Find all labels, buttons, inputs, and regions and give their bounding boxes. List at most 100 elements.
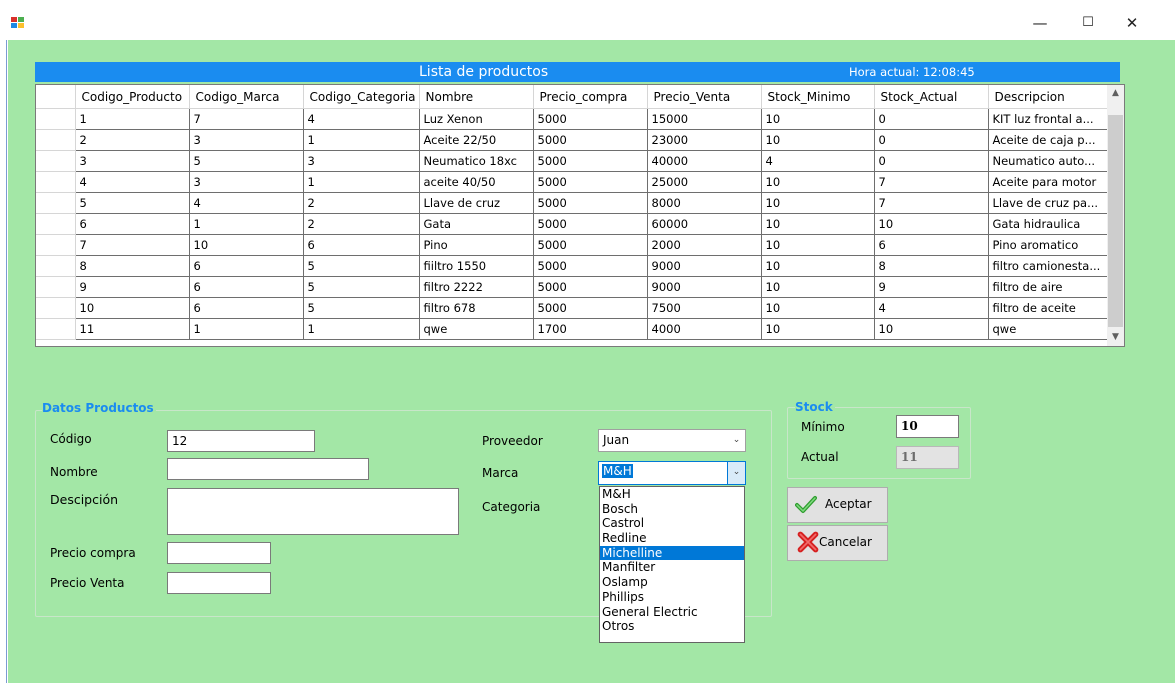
row-header[interactable]	[36, 234, 76, 256]
table-cell[interactable]: 3	[188, 171, 304, 193]
table-cell[interactable]: 5	[302, 276, 420, 298]
table-cell[interactable]: 5000	[532, 129, 648, 151]
table-cell[interactable]: 6	[873, 234, 989, 256]
table-cell[interactable]: 6	[74, 213, 190, 235]
table-cell[interactable]: 9000	[646, 276, 762, 298]
column-header[interactable]: Nombre	[419, 85, 534, 109]
marca-option[interactable]: Bosch	[600, 502, 744, 517]
table-row[interactable]: 3 5 3 Neumatico 18xc 5000 40000 4 0 Neumatico au…	[36, 150, 1109, 172]
table-cell[interactable]: Neumatico auto...	[987, 150, 1109, 172]
row-header[interactable]	[36, 213, 76, 235]
cancelar-button[interactable]: Cancelar	[787, 525, 888, 561]
column-header[interactable]: Codigo_Marca	[189, 85, 304, 109]
table-cell[interactable]: 6	[302, 234, 420, 256]
table-cell[interactable]: 1	[302, 129, 420, 151]
row-header[interactable]	[36, 255, 76, 277]
table-row[interactable]: 9 6 5 filtro 2222 5000 9000 10 9 filtro de aire	[36, 276, 1109, 298]
table-cell[interactable]: KIT luz frontal a...	[987, 108, 1109, 130]
scroll-thumb[interactable]	[1108, 115, 1123, 327]
aceptar-button[interactable]: Aceptar	[787, 487, 888, 523]
table-cell[interactable]: 8000	[646, 192, 762, 214]
table-cell[interactable]: 4	[873, 297, 989, 319]
table-cell[interactable]: 10	[873, 213, 989, 235]
table-cell[interactable]: Aceite para motor	[987, 171, 1109, 193]
table-cell[interactable]: 7	[873, 171, 989, 193]
table-cell[interactable]: 1	[188, 318, 304, 340]
table-row[interactable]: 5 4 2 Llave de cruz 5000 8000 10 7 Llave de cruz…	[36, 192, 1109, 214]
nombre-field[interactable]	[167, 458, 369, 480]
marca-option[interactable]: Redline	[600, 531, 744, 546]
table-cell[interactable]: qwe	[987, 318, 1109, 340]
marca-dropdown-list[interactable]: M&H Bosch Castrol Redline Michelline Manfilte…	[599, 486, 745, 643]
table-cell[interactable]: aceite 40/50	[418, 171, 534, 193]
table-cell[interactable]: 10	[760, 192, 875, 214]
chevron-down-icon[interactable]: ⌄	[728, 430, 745, 451]
table-cell[interactable]: 4	[74, 171, 190, 193]
maximize-button[interactable]: ☐	[1066, 8, 1110, 38]
table-cell[interactable]: 4000	[646, 318, 762, 340]
codigo-field[interactable]: 12	[167, 430, 315, 452]
table-cell[interactable]: Gata	[418, 213, 534, 235]
table-cell[interactable]: filtro 678	[418, 297, 534, 319]
table-cell[interactable]: 10	[760, 108, 875, 130]
marca-option[interactable]: Oslamp	[600, 575, 744, 590]
marca-option[interactable]: General Electric	[600, 605, 744, 620]
scroll-up-icon[interactable]: ▲	[1107, 85, 1124, 102]
table-cell[interactable]: filtro camionesta...	[987, 255, 1109, 277]
table-cell[interactable]: 11	[74, 318, 190, 340]
table-cell[interactable]: 9	[74, 276, 190, 298]
table-row[interactable]: 6 1 2 Gata 5000 60000 10 10 Gata hidraulica	[36, 213, 1109, 235]
row-header[interactable]	[36, 171, 76, 193]
table-cell[interactable]: 0	[873, 129, 989, 151]
table-cell[interactable]: Aceite de caja p...	[987, 129, 1109, 151]
table-cell[interactable]: 2	[302, 213, 420, 235]
table-cell[interactable]: 5000	[532, 276, 648, 298]
table-cell[interactable]: 3	[74, 150, 190, 172]
marca-select[interactable]: M&H ⌄	[598, 461, 746, 485]
proveedor-select[interactable]: Juan ⌄	[598, 429, 746, 452]
table-cell[interactable]: Gata hidraulica	[987, 213, 1109, 235]
table-cell[interactable]: 5000	[532, 297, 648, 319]
table-cell[interactable]: filtro 2222	[418, 276, 534, 298]
table-cell[interactable]: Llave de cruz	[418, 192, 534, 214]
table-cell[interactable]: 15000	[646, 108, 762, 130]
precio-compra-field[interactable]	[167, 542, 271, 564]
table-cell[interactable]: 10	[873, 318, 989, 340]
marca-option[interactable]: Castrol	[600, 516, 744, 531]
table-row[interactable]: 11 1 1 qwe 1700 4000 10 10 qwe	[36, 318, 1109, 340]
column-header[interactable]: Codigo_Producto	[75, 85, 190, 109]
column-header[interactable]: Stock_Minimo	[761, 85, 875, 109]
table-cell[interactable]: 4	[188, 192, 304, 214]
table-cell[interactable]: 5000	[532, 255, 648, 277]
table-row[interactable]: 8 6 5 fiiltro 1550 5000 9000 10 8 filtro camione…	[36, 255, 1109, 277]
table-cell[interactable]: filtro de aceite	[987, 297, 1109, 319]
stock-minimo-field[interactable]: 10	[896, 415, 959, 438]
marca-option[interactable]: Manfilter	[600, 560, 744, 575]
row-header[interactable]	[36, 297, 76, 319]
table-cell[interactable]: filtro de aire	[987, 276, 1109, 298]
column-header[interactable]: Precio_compra	[533, 85, 648, 109]
table-cell[interactable]: Luz Xenon	[418, 108, 534, 130]
table-cell[interactable]: 5000	[532, 213, 648, 235]
marca-option[interactable]: Michelline	[600, 545, 744, 561]
row-header[interactable]	[36, 276, 76, 298]
table-cell[interactable]: 5000	[532, 192, 648, 214]
table-cell[interactable]: 2000	[646, 234, 762, 256]
row-header[interactable]	[36, 318, 76, 340]
table-cell[interactable]: 7	[873, 192, 989, 214]
table-cell[interactable]: 5000	[532, 234, 648, 256]
table-row[interactable]: 2 3 1 Aceite 22/50 5000 23000 10 0 Aceite de caj…	[36, 129, 1109, 151]
table-cell[interactable]: Llave de cruz pa...	[987, 192, 1109, 214]
table-cell[interactable]: 6	[188, 297, 304, 319]
minimize-button[interactable]: —	[1018, 8, 1062, 38]
table-cell[interactable]: 10	[760, 213, 875, 235]
column-header[interactable]: Descripcion	[988, 85, 1109, 109]
close-button[interactable]: ✕	[1110, 8, 1154, 38]
table-cell[interactable]: 1	[302, 318, 420, 340]
table-cell[interactable]: 8	[74, 255, 190, 277]
table-cell[interactable]: 1	[74, 108, 190, 130]
table-row[interactable]: 10 6 5 filtro 678 5000 7500 10 4 filtro de aceit…	[36, 297, 1109, 319]
table-row[interactable]: 4 3 1 aceite 40/50 5000 25000 10 7 Aceite para m…	[36, 171, 1109, 193]
table-cell[interactable]: 5000	[532, 108, 648, 130]
table-cell[interactable]: 9	[873, 276, 989, 298]
